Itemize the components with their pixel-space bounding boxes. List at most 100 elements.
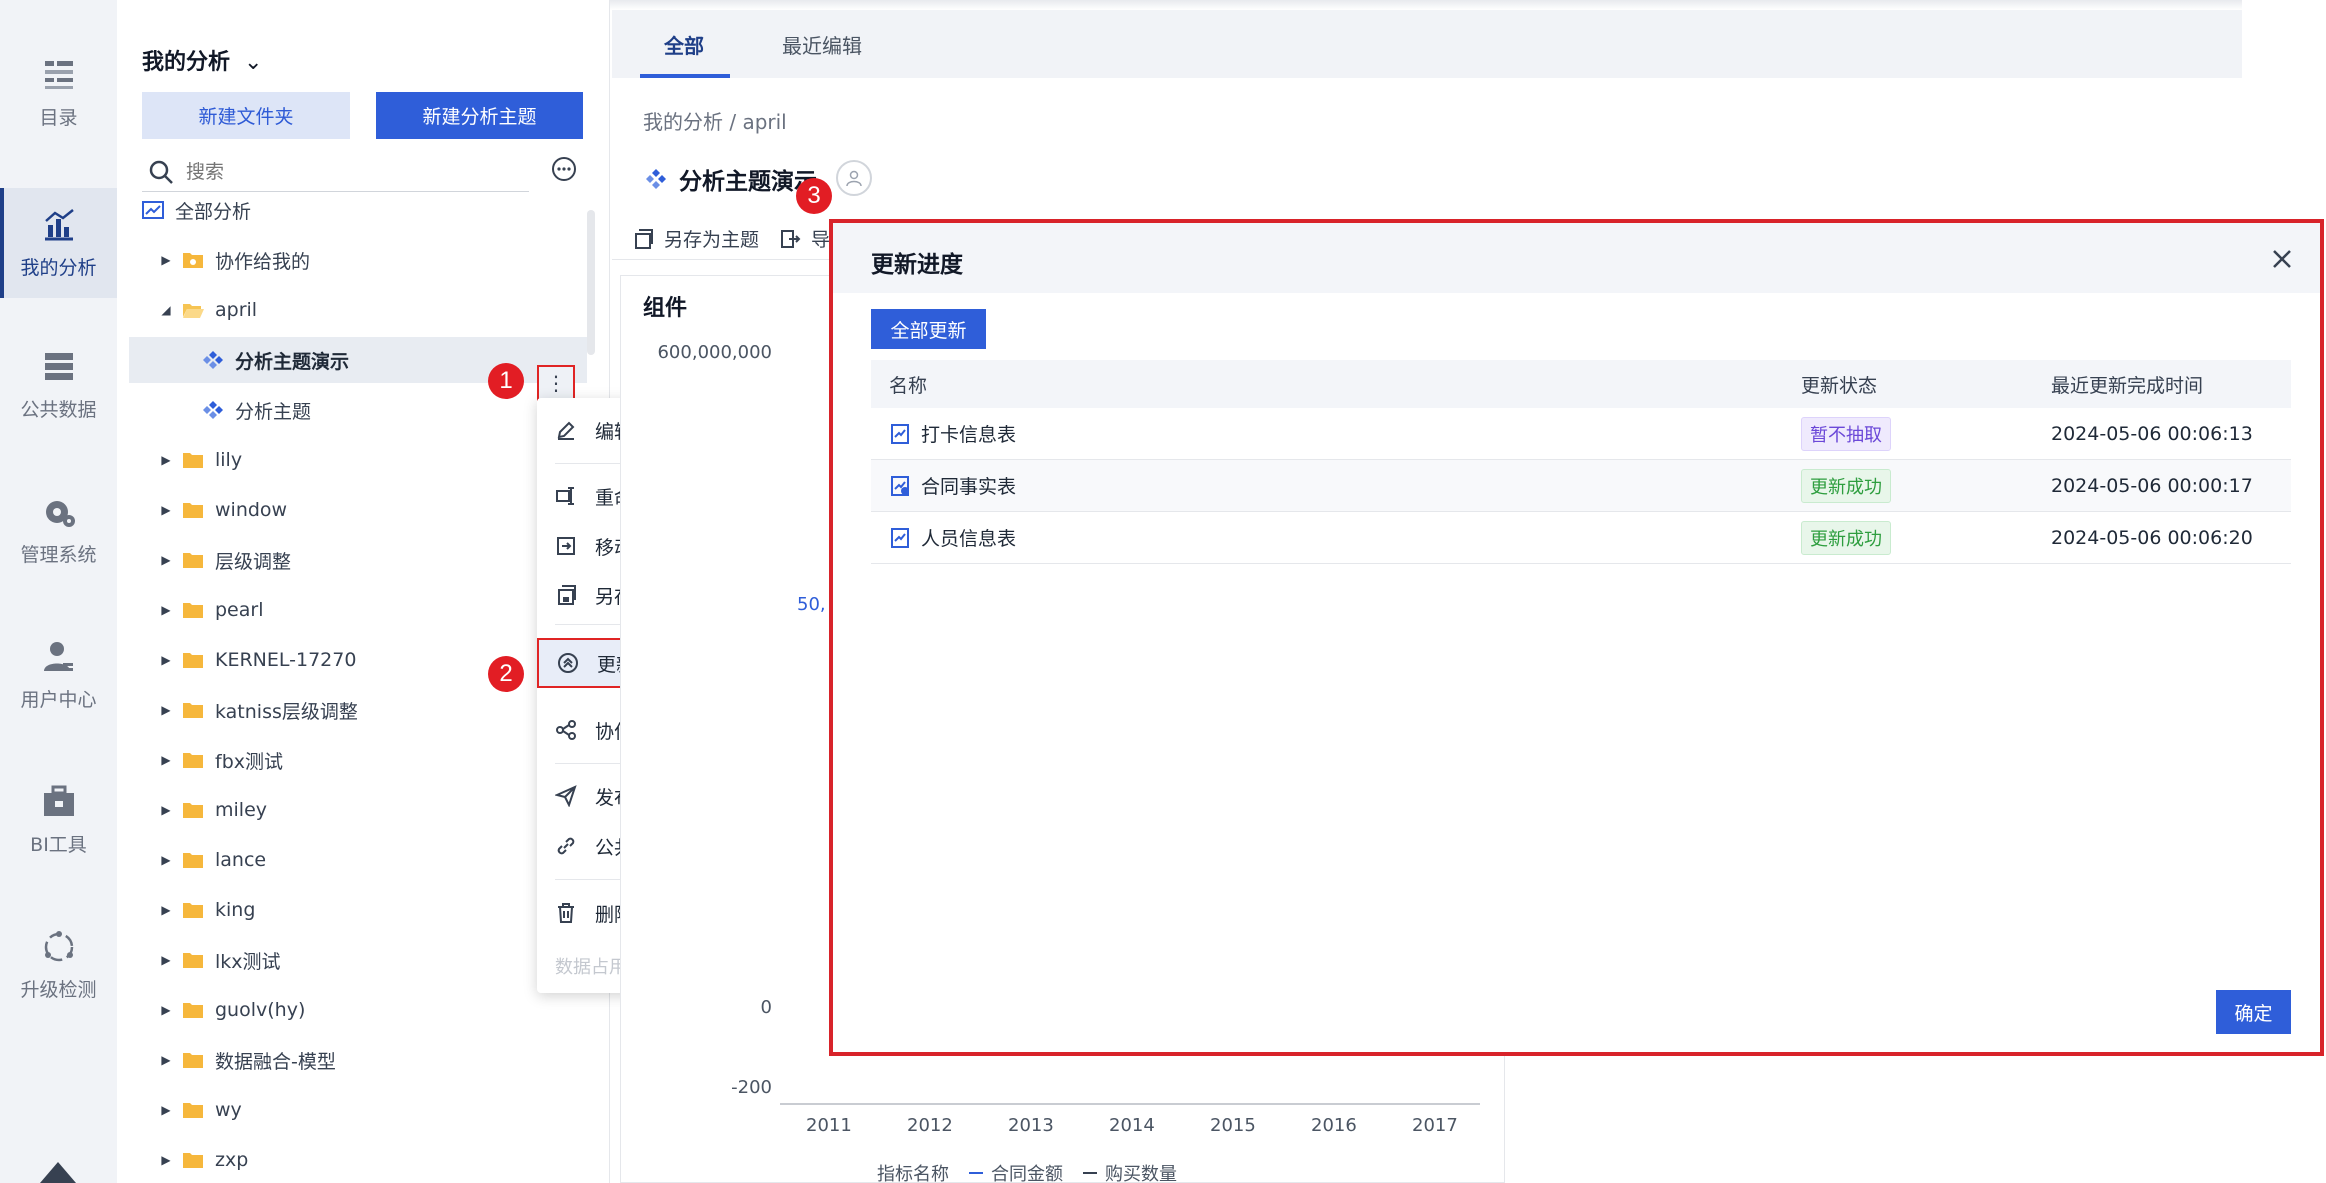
rail-label: BI工具: [30, 833, 87, 856]
table-data-icon: [891, 423, 909, 444]
caret-right-icon[interactable]: ▶: [159, 603, 173, 617]
table-row[interactable]: 打卡信息表 暂不抽取 2024-05-06 00:06:13: [871, 408, 2291, 460]
table-name-text: 人员信息表: [921, 528, 1017, 550]
tree-item[interactable]: ▶ miley: [129, 787, 587, 833]
caret-right-icon[interactable]: ▶: [159, 703, 173, 717]
tree-item[interactable]: ▶ zxp: [129, 1137, 587, 1183]
rail-item-my-analysis[interactable]: 我的分析: [0, 188, 117, 298]
panel-title[interactable]: 我的分析 ⌄: [142, 44, 262, 76]
main-tabs: 全部 最近编辑: [612, 10, 2242, 78]
folder-icon: [183, 1103, 203, 1118]
send-icon: [555, 785, 577, 807]
share-icon: [556, 720, 576, 740]
caret-right-icon[interactable]: ▶: [159, 803, 173, 817]
caret-right-icon[interactable]: ▶: [159, 453, 173, 467]
confirm-button[interactable]: 确定: [2216, 990, 2291, 1034]
table-row[interactable]: 合同事实表 更新成功 2024-05-06 00:00:17: [871, 460, 2291, 512]
user-icon: [43, 641, 73, 671]
tree-item[interactable]: ▶ lily: [129, 437, 587, 483]
caret-right-icon[interactable]: ▶: [159, 1003, 173, 1017]
tree-item-label: king: [215, 899, 256, 921]
table-row[interactable]: 人员信息表 更新成功 2024-05-06 00:06:20: [871, 512, 2291, 564]
tree-item[interactable]: ▶ fbx测试: [129, 737, 587, 783]
rail-item-bi-tools[interactable]: BI工具: [0, 765, 117, 875]
tree-item[interactable]: ▶ katniss层级调整: [129, 687, 587, 733]
caret-right-icon[interactable]: ▶: [159, 853, 173, 867]
caret-right-icon[interactable]: ▶: [159, 1103, 173, 1117]
step-badge-3: 3: [796, 178, 832, 214]
tree-item[interactable]: ▶ guolv(hy): [129, 987, 587, 1033]
step-badge-2: 2: [488, 656, 524, 692]
tab-recent[interactable]: 最近编辑: [782, 30, 862, 59]
tree-item-label: KERNEL-17270: [215, 649, 357, 671]
caret-right-icon[interactable]: ▶: [159, 253, 173, 267]
tree-item[interactable]: ▶ lance: [129, 837, 587, 883]
legend-item[interactable]: 合同金额: [991, 1160, 1063, 1183]
new-folder-button[interactable]: 新建文件夹: [142, 92, 350, 139]
refresh-all-button[interactable]: 全部更新: [871, 309, 986, 349]
topic-icon: [646, 169, 666, 189]
status-badge: 暂不抽取: [1801, 416, 1891, 451]
folder-open-icon: [183, 304, 204, 318]
legend-item[interactable]: 购买数量: [1105, 1160, 1177, 1183]
tree-item[interactable]: 全部分析: [129, 187, 587, 233]
logo-icon: [40, 1162, 76, 1183]
legend-swatch: [1083, 1172, 1097, 1174]
tree-item-label: lkx测试: [215, 950, 281, 973]
table-cell-name: 合同事实表: [889, 460, 1016, 511]
folder-icon: [183, 603, 203, 618]
caret-right-icon[interactable]: ▶: [159, 1053, 173, 1067]
save-as-topic-button[interactable]: 另存为主题: [632, 225, 759, 252]
save-as-topic-label: 另存为主题: [664, 229, 760, 251]
row-more-button[interactable]: ⋮: [537, 365, 575, 401]
partial-data-label: 50,: [797, 594, 826, 615]
table-name-text: 打卡信息表: [921, 424, 1017, 446]
tree-item-label: miley: [215, 799, 267, 821]
tree-item-label: fbx测试: [215, 750, 283, 773]
save-as-icon: [558, 585, 576, 605]
caret-right-icon[interactable]: ▶: [159, 553, 173, 567]
rail-item-catalog[interactable]: 目录: [0, 38, 117, 148]
caret-right-icon[interactable]: ▶: [159, 753, 173, 767]
tree-item-label: 分析主题: [235, 400, 312, 423]
status-badge: 更新成功: [1801, 468, 1891, 503]
update-icon: [558, 653, 578, 673]
tree-item[interactable]: ◢ april: [129, 287, 587, 333]
rail-label: 升级检测: [20, 978, 97, 1001]
close-icon[interactable]: [2268, 245, 2296, 273]
tree-item[interactable]: ▶ 数据融合-模型: [129, 1037, 587, 1083]
tree-item[interactable]: ▶ king: [129, 887, 587, 933]
x-tick-label: 2013: [1008, 1115, 1054, 1136]
x-tick-label: 2017: [1412, 1115, 1458, 1136]
tree-item[interactable]: ▶ lkx测试: [129, 937, 587, 983]
collaborators-button[interactable]: [836, 160, 872, 196]
caret-right-icon[interactable]: ▶: [159, 503, 173, 517]
caret-right-icon[interactable]: ▶: [159, 653, 173, 667]
y-tick-label: 0: [760, 997, 772, 1018]
tree-scrollbar[interactable]: [587, 210, 595, 355]
rail-item-public-data[interactable]: 公共数据: [0, 330, 117, 440]
more-options-icon[interactable]: [551, 156, 577, 182]
table-cell-name: 打卡信息表: [889, 408, 1016, 459]
new-topic-button[interactable]: 新建分析主题: [376, 92, 583, 139]
caret-right-icon[interactable]: ▶: [159, 953, 173, 967]
tree-item-label: katniss层级调整: [215, 700, 358, 723]
rail-item-upgrade[interactable]: 升级检测: [0, 910, 117, 1020]
tree-item[interactable]: ▶ 层级调整: [129, 537, 587, 583]
tree-item[interactable]: ▶ 协作给我的: [129, 237, 587, 283]
move-icon: [557, 537, 575, 555]
export-button[interactable]: 导: [779, 225, 830, 252]
tab-all[interactable]: 全部: [664, 30, 704, 59]
caret-right-icon[interactable]: ▶: [159, 1153, 173, 1167]
search-input[interactable]: [186, 160, 506, 183]
folder-icon: [183, 503, 203, 518]
tree-item[interactable]: ▶ window: [129, 487, 587, 533]
rail-item-user-center[interactable]: 用户中心: [0, 620, 117, 730]
folder-icon: [183, 903, 203, 918]
caret-right-icon[interactable]: ▶: [159, 903, 173, 917]
tree-item[interactable]: ▶ wy: [129, 1087, 587, 1133]
rail-item-admin[interactable]: 管理系统: [0, 475, 117, 585]
caret-down-icon[interactable]: ◢: [159, 303, 173, 317]
x-tick-label: 2015: [1210, 1115, 1256, 1136]
tree-item[interactable]: ▶ pearl: [129, 587, 587, 633]
